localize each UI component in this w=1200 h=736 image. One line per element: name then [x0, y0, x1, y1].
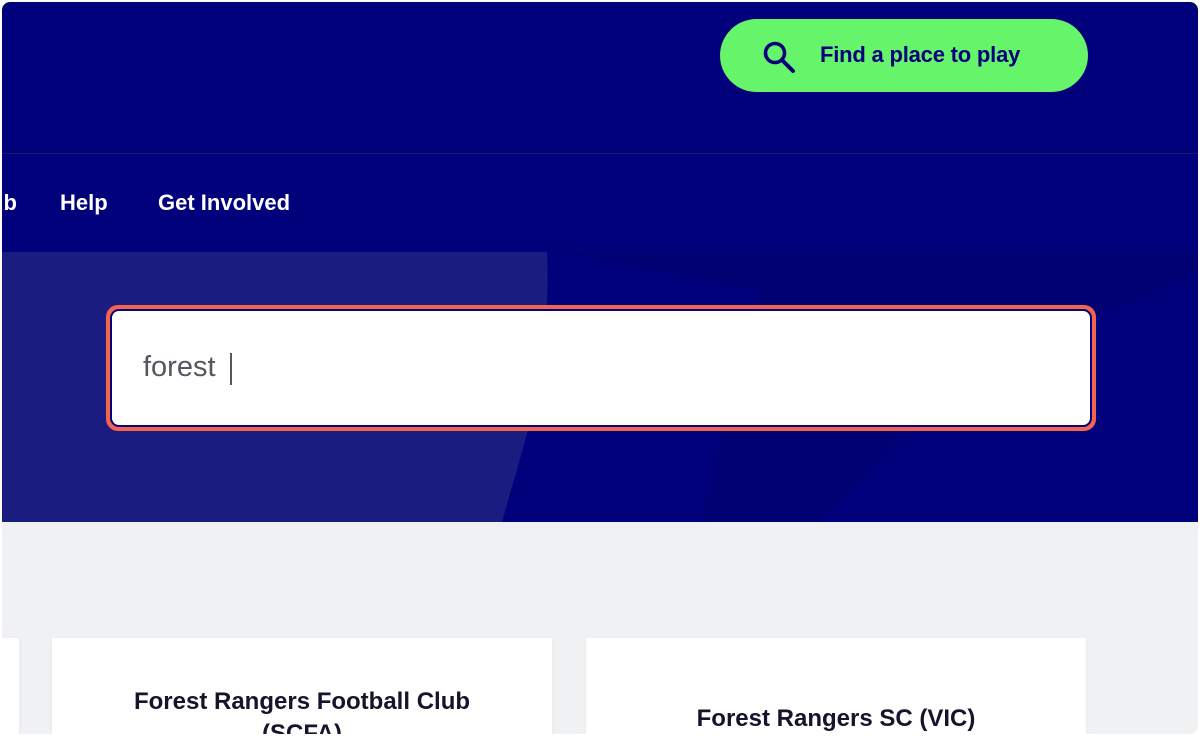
search-input-value: forest	[143, 351, 216, 383]
result-card-title-line1: Forest Rangers Football Club	[133, 688, 471, 715]
result-card[interactable]: Forest Rangers SC (VIC)	[586, 638, 1086, 734]
result-card-title: Forest Rangers Football Club (SCFA)	[52, 686, 552, 734]
result-card-partial[interactable]	[2, 638, 19, 734]
search-input[interactable]	[112, 311, 1090, 425]
result-card-title: Forest Rangers SC (VIC)	[696, 705, 976, 732]
results-area: Forest Rangers Football Club (SCFA) Fore…	[2, 522, 1198, 734]
app-frame: Find a place to play ub Help Get Involve…	[2, 2, 1198, 734]
top-header: Find a place to play	[2, 2, 1198, 154]
find-button-label: Find a place to play	[820, 42, 1021, 67]
search-field-border	[110, 309, 1092, 427]
nav-item-help[interactable]: Help	[60, 190, 108, 216]
result-card-title-line2: (SCFA)	[262, 720, 342, 734]
main-nav: ub Help Get Involved	[2, 154, 1198, 252]
find-a-place-to-play-button[interactable]: Find a place to play	[720, 19, 1088, 92]
nav-item-get-involved[interactable]: Get Involved	[158, 190, 290, 216]
search-field-focus-ring	[106, 305, 1096, 431]
result-card[interactable]: Forest Rangers Football Club (SCFA)	[52, 638, 552, 734]
search-icon	[763, 41, 795, 73]
nav-item-club[interactable]: ub	[2, 190, 17, 216]
text-caret	[230, 353, 232, 385]
